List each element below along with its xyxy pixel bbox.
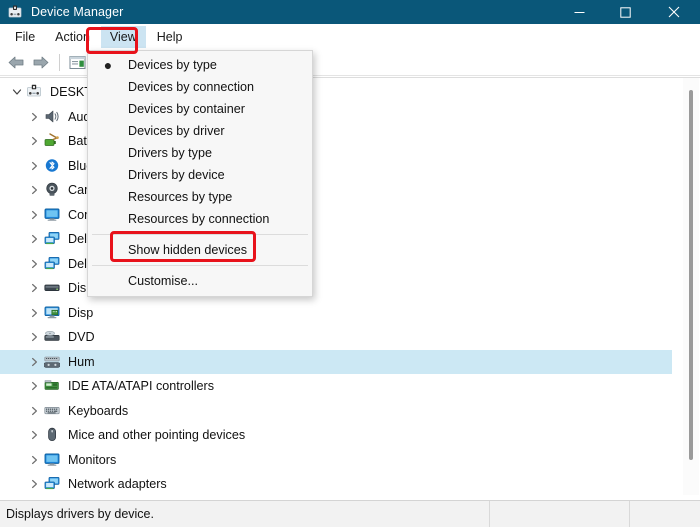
- tree-row-keyboards[interactable]: Keyboards: [0, 399, 672, 424]
- tree-item-label: DVD: [68, 330, 95, 345]
- close-button[interactable]: [648, 0, 700, 24]
- vertical-scrollbar[interactable]: [683, 78, 699, 499]
- chevron-right-icon[interactable]: [28, 381, 41, 391]
- hid-icon: [43, 354, 61, 370]
- chevron-right-icon[interactable]: [28, 112, 41, 122]
- maximize-button[interactable]: [602, 0, 648, 24]
- menu-separator-2: [92, 265, 308, 266]
- menu-item-action[interactable]: Action: [46, 26, 99, 48]
- status-resize-grip[interactable]: [630, 501, 700, 527]
- menu-item-view[interactable]: View: [100, 26, 146, 48]
- tree-row-mice[interactable]: Mice and other pointing devices: [0, 423, 672, 448]
- menu-option-label: Devices by connection: [128, 80, 255, 94]
- title-bar: Device Manager: [0, 0, 700, 24]
- menu-item-file[interactable]: File: [6, 26, 44, 48]
- menu-option-show-hidden-devices[interactable]: Show hidden devices: [88, 239, 312, 261]
- chevron-right-icon[interactable]: [28, 406, 41, 416]
- tree-row-human-interface-devices[interactable]: Hum: [0, 349, 672, 374]
- menu-item-help[interactable]: Help: [148, 26, 192, 48]
- menu-option-devices-by-connection[interactable]: Devices by connection: [88, 76, 312, 98]
- menu-option-label: Drivers by device: [128, 168, 225, 182]
- menu-option-label: Show hidden devices: [128, 243, 248, 257]
- menu-option-drivers-by-type[interactable]: Drivers by type: [88, 142, 312, 164]
- menu-option-customise[interactable]: Customise...: [88, 270, 312, 292]
- display-adapter-icon: [44, 305, 61, 321]
- properties-icon[interactable]: [65, 52, 89, 74]
- status-bar: Displays drivers by device.: [0, 500, 700, 527]
- monitor-icon: [44, 207, 61, 223]
- chevron-right-icon[interactable]: [28, 479, 41, 489]
- chevron-right-icon[interactable]: [28, 455, 41, 465]
- network-icon: [44, 476, 61, 492]
- tree-item-label: Hum: [68, 354, 95, 369]
- network-icon: [44, 231, 61, 247]
- window-title: Device Manager: [31, 5, 124, 19]
- chevron-right-icon[interactable]: [28, 185, 41, 195]
- forward-icon[interactable]: [29, 52, 53, 74]
- bluetooth-icon: [44, 158, 61, 174]
- menu-bar: File Action View Help: [0, 24, 700, 50]
- menu-option-drivers-by-device[interactable]: Drivers by device: [88, 164, 312, 186]
- back-icon[interactable]: [4, 52, 28, 74]
- menu-option-label: Devices by container: [128, 102, 245, 116]
- disk-icon: [44, 280, 61, 296]
- view-dropdown-menu: ● Devices by type Devices by connection …: [87, 50, 313, 297]
- network-icon: [44, 256, 61, 272]
- tree-item-label: Monitors: [68, 452, 117, 467]
- chevron-right-icon[interactable]: [28, 136, 41, 146]
- menu-option-label: Resources by type: [128, 190, 233, 204]
- tree-item-label: Mice and other pointing devices: [68, 428, 246, 443]
- menu-option-label: Drivers by type: [128, 146, 212, 160]
- device-manager-icon: [7, 4, 23, 20]
- toolbar-separator-1: [59, 54, 60, 71]
- menu-option-label: Customise...: [128, 274, 198, 288]
- tree-row-display-adapters[interactable]: Disp: [0, 301, 672, 326]
- chevron-right-icon[interactable]: [28, 332, 41, 342]
- chevron-down-icon[interactable]: [10, 87, 23, 97]
- device-manager-window: Device Manager File Action View Help DES…: [0, 0, 700, 527]
- chevron-right-icon[interactable]: [28, 234, 41, 244]
- tree-item-label: Network adapters: [68, 477, 167, 492]
- chevron-right-icon[interactable]: [28, 308, 41, 318]
- minimize-button[interactable]: [556, 0, 602, 24]
- tree-row-monitors[interactable]: Monitors: [0, 448, 672, 473]
- menu-option-resources-by-type[interactable]: Resources by type: [88, 186, 312, 208]
- menu-option-devices-by-driver[interactable]: Devices by driver: [88, 120, 312, 142]
- tree-row-ide-controllers[interactable]: IDE ATA/ATAPI controllers: [0, 374, 672, 399]
- keyboard-icon: [44, 403, 61, 419]
- menu-option-devices-by-type[interactable]: ● Devices by type: [88, 54, 312, 76]
- status-message: Displays drivers by device.: [0, 501, 490, 527]
- menu-option-label: Devices by type: [128, 58, 217, 72]
- vertical-scrollbar-thumb[interactable]: [689, 90, 693, 460]
- chevron-right-icon[interactable]: [28, 430, 41, 440]
- chevron-right-icon[interactable]: [28, 283, 41, 293]
- menu-option-label: Resources by connection: [128, 212, 270, 226]
- menu-option-devices-by-container[interactable]: Devices by container: [88, 98, 312, 120]
- chevron-right-icon[interactable]: [28, 210, 41, 220]
- computer-icon: [26, 84, 43, 100]
- tree-row-network-adapters[interactable]: Network adapters: [0, 472, 672, 497]
- chevron-right-icon[interactable]: [28, 259, 41, 269]
- menu-option-resources-by-connection[interactable]: Resources by connection: [88, 208, 312, 230]
- chevron-right-icon[interactable]: [28, 161, 41, 171]
- tree-item-label: Disp: [68, 305, 94, 320]
- tree-item-label: IDE ATA/ATAPI controllers: [68, 379, 215, 394]
- speaker-icon: [44, 109, 61, 125]
- ide-controller-icon: [44, 378, 61, 394]
- camera-icon: [44, 182, 61, 198]
- monitor-icon: [44, 452, 61, 468]
- radio-selected-icon: ●: [103, 57, 113, 73]
- status-pane-1: [490, 501, 630, 527]
- chevron-right-icon[interactable]: [28, 357, 41, 367]
- menu-option-label: Devices by driver: [128, 124, 225, 138]
- tree-row-dvd[interactable]: DVD: [0, 325, 672, 350]
- battery-icon: [44, 133, 61, 149]
- window-controls: [556, 0, 700, 24]
- tree-item-label: Keyboards: [68, 403, 129, 418]
- mouse-icon: [44, 427, 61, 443]
- menu-separator-1: [92, 234, 308, 235]
- dvd-icon: [44, 329, 61, 345]
